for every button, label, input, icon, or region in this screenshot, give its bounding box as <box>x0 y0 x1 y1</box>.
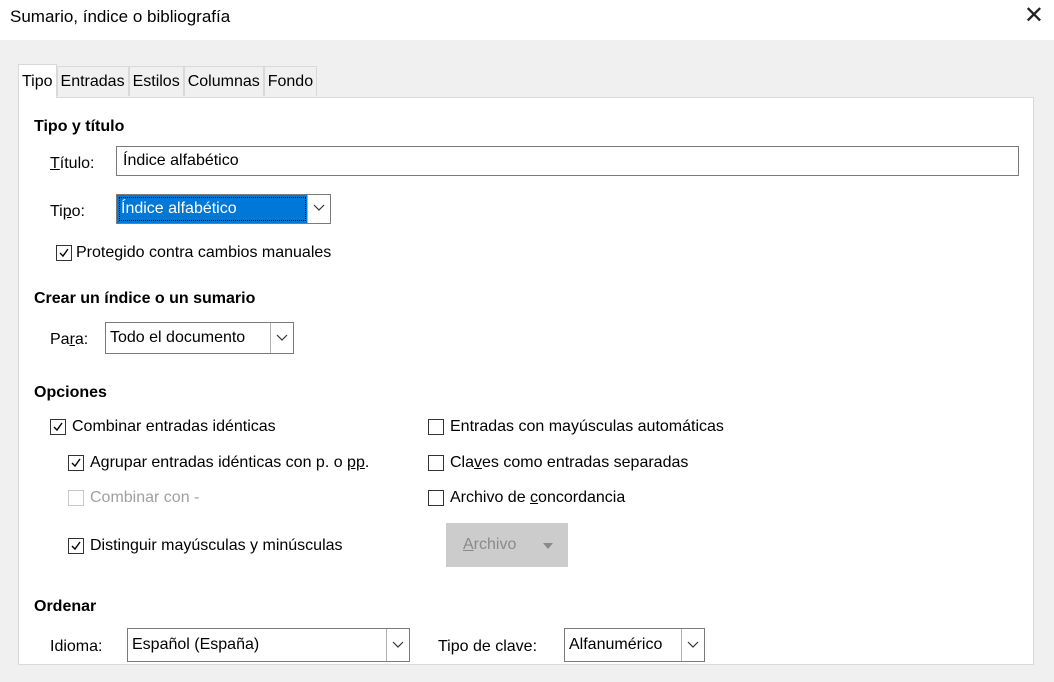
chevron-down-icon <box>392 641 404 648</box>
tab-bar: Tipo Entradas Estilos Columnas Fondo <box>18 64 318 98</box>
language-select-dropdown[interactable] <box>386 629 409 661</box>
language-label: Idioma: <box>50 638 103 655</box>
chevron-down-icon <box>687 641 699 648</box>
for-select[interactable]: Todo el documento <box>105 322 294 354</box>
protected-checkbox[interactable] <box>56 245 72 261</box>
file-button[interactable]: Archivo <box>446 523 568 567</box>
chevron-down-icon <box>313 204 325 211</box>
concordance-label: Archivo de concordancia <box>450 489 626 506</box>
type-select-dropdown[interactable] <box>307 195 330 223</box>
keys-separate-checkbox[interactable] <box>428 455 444 471</box>
checkmark-icon <box>53 422 63 432</box>
title-bar: Sumario, índice o bibliografía ✕ <box>0 0 1054 40</box>
tab-entradas[interactable]: Entradas <box>56 66 129 96</box>
section-heading-type-title: Tipo y título <box>34 118 125 135</box>
checkmark-icon <box>59 248 69 258</box>
type-label: Tipo: <box>50 203 85 220</box>
case-sensitive-label: Distinguir mayúsculas y minúsculas <box>90 537 343 554</box>
combine-with-label: Combinar con - <box>90 489 200 506</box>
tab-columnas[interactable]: Columnas <box>183 66 264 96</box>
window-title: Sumario, índice o bibliografía <box>10 7 231 26</box>
tab-fondo[interactable]: Fondo <box>263 66 318 96</box>
type-select-value: Índice alfabético <box>117 195 308 223</box>
for-select-value: Todo el documento <box>110 329 246 346</box>
chevron-down-icon <box>276 334 288 341</box>
for-select-dropdown[interactable] <box>270 323 293 353</box>
for-label: Para: <box>50 331 89 348</box>
key-type-label: Tipo de clave: <box>438 638 538 655</box>
title-input[interactable]: Índice alfabético <box>116 146 1019 176</box>
concordance-checkbox[interactable] <box>428 490 444 506</box>
case-sensitive-checkbox[interactable] <box>68 538 84 554</box>
combine-identical-checkbox[interactable] <box>50 419 66 435</box>
checkmark-icon <box>71 458 81 468</box>
key-type-select-dropdown[interactable] <box>681 629 704 661</box>
tab-tipo[interactable]: Tipo <box>18 64 57 98</box>
file-button-label: Archivo <box>463 536 517 553</box>
checkmark-icon <box>71 541 81 551</box>
section-heading-options: Opciones <box>34 384 107 401</box>
combine-identical-label: Combinar entradas idénticas <box>72 418 276 435</box>
section-heading-sort: Ordenar <box>34 598 97 615</box>
combine-with-checkbox[interactable] <box>68 490 84 506</box>
language-select[interactable]: Español (España) <box>127 628 410 662</box>
key-type-select-value: Alfanumérico <box>569 636 663 653</box>
type-select[interactable]: Índice alfabético <box>116 194 331 224</box>
keys-separate-label: Claves como entradas separadas <box>450 454 689 471</box>
title-label: Título: <box>50 155 95 172</box>
language-select-value: Español (España) <box>132 636 260 653</box>
close-icon[interactable]: ✕ <box>1024 4 1044 28</box>
tab-estilos[interactable]: Estilos <box>128 66 184 96</box>
chevron-down-icon <box>543 543 553 549</box>
group-identical-label: Agrupar entradas idénticas con p. o pp. <box>90 454 370 471</box>
auto-caps-label: Entradas con mayúsculas automáticas <box>450 418 724 435</box>
protected-label: Protegido contra cambios manuales <box>76 244 332 261</box>
auto-caps-checkbox[interactable] <box>428 419 444 435</box>
group-identical-checkbox[interactable] <box>68 455 84 471</box>
key-type-select[interactable]: Alfanumérico <box>564 628 705 662</box>
section-heading-create: Crear un índice o un sumario <box>34 290 256 307</box>
tab-panel <box>18 97 1034 665</box>
